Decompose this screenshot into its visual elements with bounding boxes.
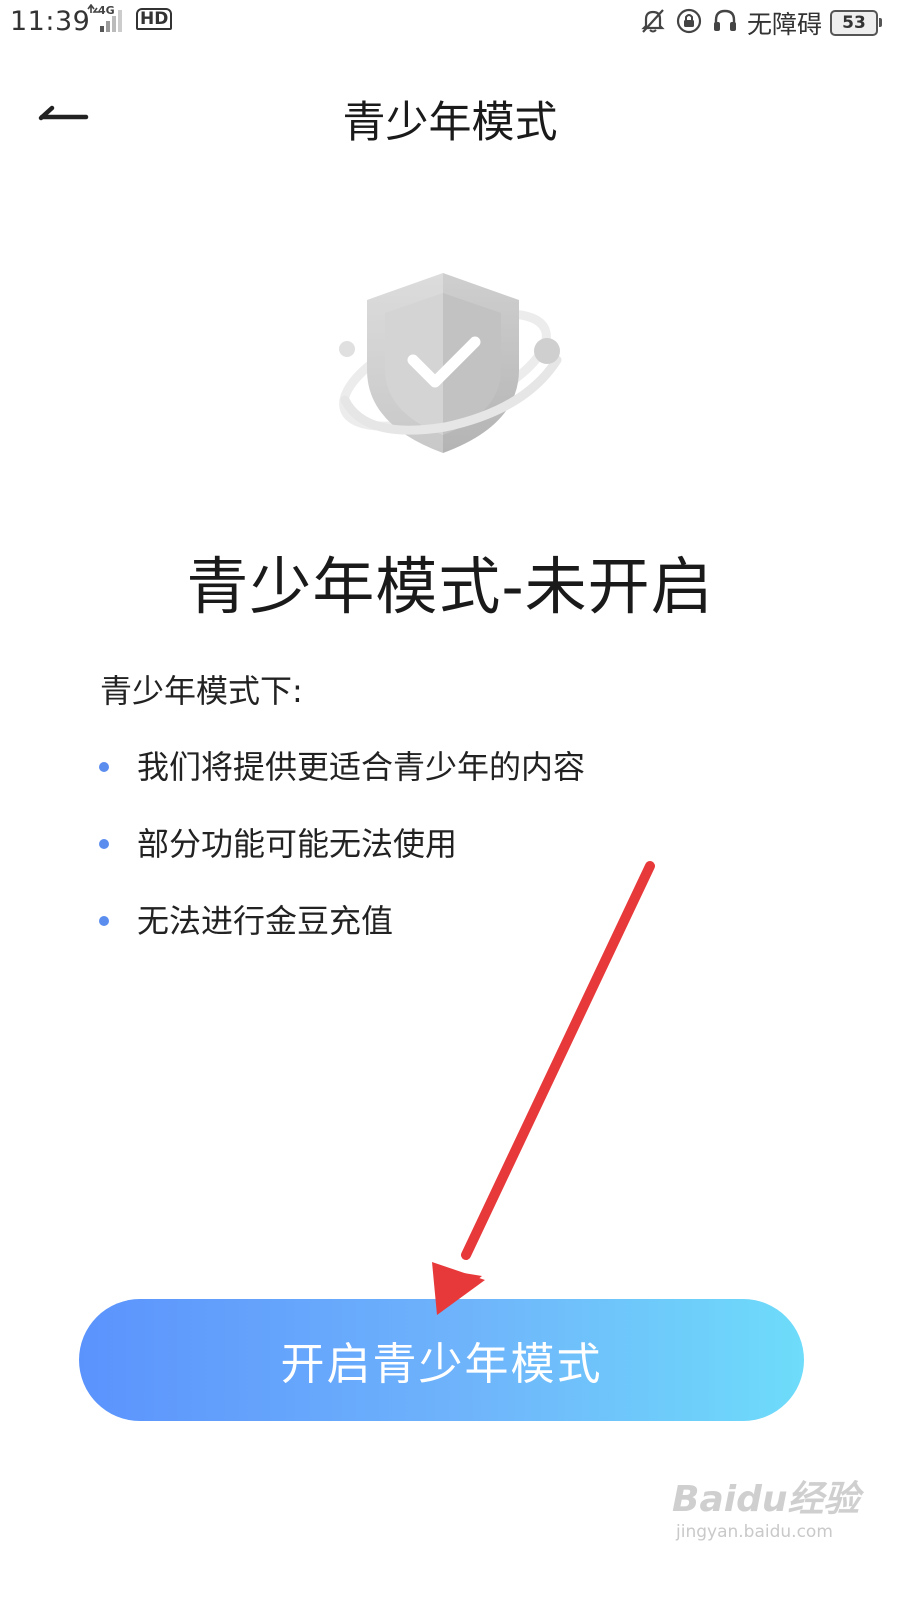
nav-bar: 青少年模式 (0, 60, 900, 170)
feature-text: 无法进行金豆充值 (137, 902, 394, 940)
status-right: 无障碍 53 (639, 4, 882, 42)
shield-check-icon (339, 273, 562, 453)
watermark-logo: Baidu经验 (672, 1479, 860, 1520)
battery-level: 53 (842, 13, 866, 33)
muted-bell-icon (639, 7, 667, 39)
enable-youth-mode-button[interactable]: 开启青少年模式 (79, 1299, 804, 1421)
status-time: 11:39 (10, 6, 91, 37)
battery-indicator: 53 (830, 10, 882, 36)
status-bar: 11:39 4G HD 无障碍 53 (0, 0, 900, 48)
network-type: 4G (98, 4, 115, 17)
rotation-lock-icon (675, 7, 703, 39)
hd-voice-icon: HD (136, 8, 173, 30)
bullet-dot-icon (99, 762, 109, 772)
list-item: 无法进行金豆充值 (95, 892, 585, 969)
list-item: 部分功能可能无法使用 (95, 815, 585, 892)
watermark-url: jingyan.baidu.com (676, 1522, 833, 1542)
shield-illustration (325, 265, 575, 465)
accessibility-label: 无障碍 (746, 10, 822, 39)
bullet-dot-icon (99, 839, 109, 849)
list-item: 我们将提供更适合青少年的内容 (95, 738, 585, 815)
feature-list: 我们将提供更适合青少年的内容 部分功能可能无法使用 无法进行金豆充值 (95, 738, 585, 969)
watermark: Baidu经验 jingyan.baidu.com (672, 1470, 872, 1542)
mode-status-heading: 青少年模式-未开启 (186, 550, 714, 623)
headset-icon (711, 7, 739, 39)
intro-text: 青少年模式下: (100, 672, 303, 710)
feature-text: 部分功能可能无法使用 (137, 825, 458, 863)
page-title: 青少年模式 (342, 98, 558, 148)
bullet-dot-icon (99, 916, 109, 926)
feature-text: 我们将提供更适合青少年的内容 (137, 748, 586, 786)
signal-icon: 4G (85, 3, 133, 42)
